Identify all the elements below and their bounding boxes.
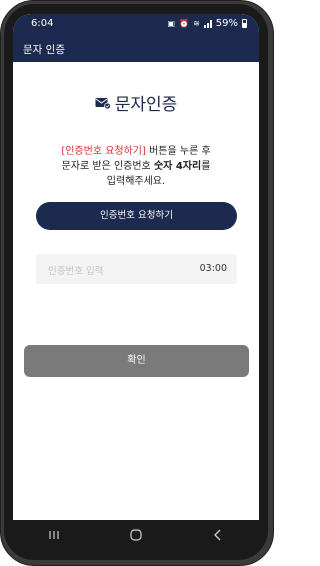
app-title: 문자 인증 (23, 44, 65, 56)
confirm-button[interactable]: 확인 (24, 345, 249, 377)
screen: 6:04 ▣ ⏰ ≋ 59% 문자 인증 문자인증 [인증번호 요청하기] 버튼… (13, 14, 259, 520)
notification-icon: ▣ (167, 19, 176, 28)
instruction-line3: 입력해주세요. (106, 176, 166, 187)
instruction-line2-end: 를 (201, 161, 211, 172)
main-content: 문자인증 [인증번호 요청하기] 버튼을 누른 후 문자로 받은 인증번호 숫자… (13, 62, 259, 520)
home-icon[interactable] (121, 525, 151, 545)
status-icons: ▣ ⏰ ≋ 59% (168, 18, 247, 29)
battery-icon (242, 19, 247, 28)
alarm-icon: ⏰ (179, 19, 190, 28)
recent-apps-icon[interactable] (39, 525, 69, 545)
instruction-bold: 숫자 4자리 (153, 161, 202, 172)
request-code-button[interactable]: 인증번호 요청하기 (36, 202, 237, 230)
code-input-field[interactable]: 인증번호 입력 03:00 (36, 254, 237, 284)
signal-icon (203, 19, 212, 28)
page-title: 문자인증 (114, 95, 178, 115)
instruction-line1: 버튼을 누른 후 (145, 146, 211, 157)
battery-percent: 59% (215, 18, 238, 29)
code-timer: 03:00 (199, 263, 227, 274)
system-nav-bar (13, 520, 259, 550)
instruction-line2-start: 문자로 받은 인증번호 (61, 161, 154, 172)
code-input-placeholder: 인증번호 입력 (48, 266, 104, 277)
app-bar: 문자 인증 (13, 36, 259, 62)
message-check-icon (95, 97, 111, 109)
instruction-highlight: [인증번호 요청하기] (61, 146, 146, 157)
back-icon[interactable] (203, 525, 233, 545)
page-heading: 문자인증 (13, 90, 259, 115)
status-time: 6:04 (31, 18, 54, 29)
instruction-text: [인증번호 요청하기] 버튼을 누른 후 문자로 받은 인증번호 숫자 4자리를… (23, 144, 249, 189)
wifi-icon: ≋ (193, 19, 200, 28)
status-bar: 6:04 ▣ ⏰ ≋ 59% (13, 14, 259, 36)
